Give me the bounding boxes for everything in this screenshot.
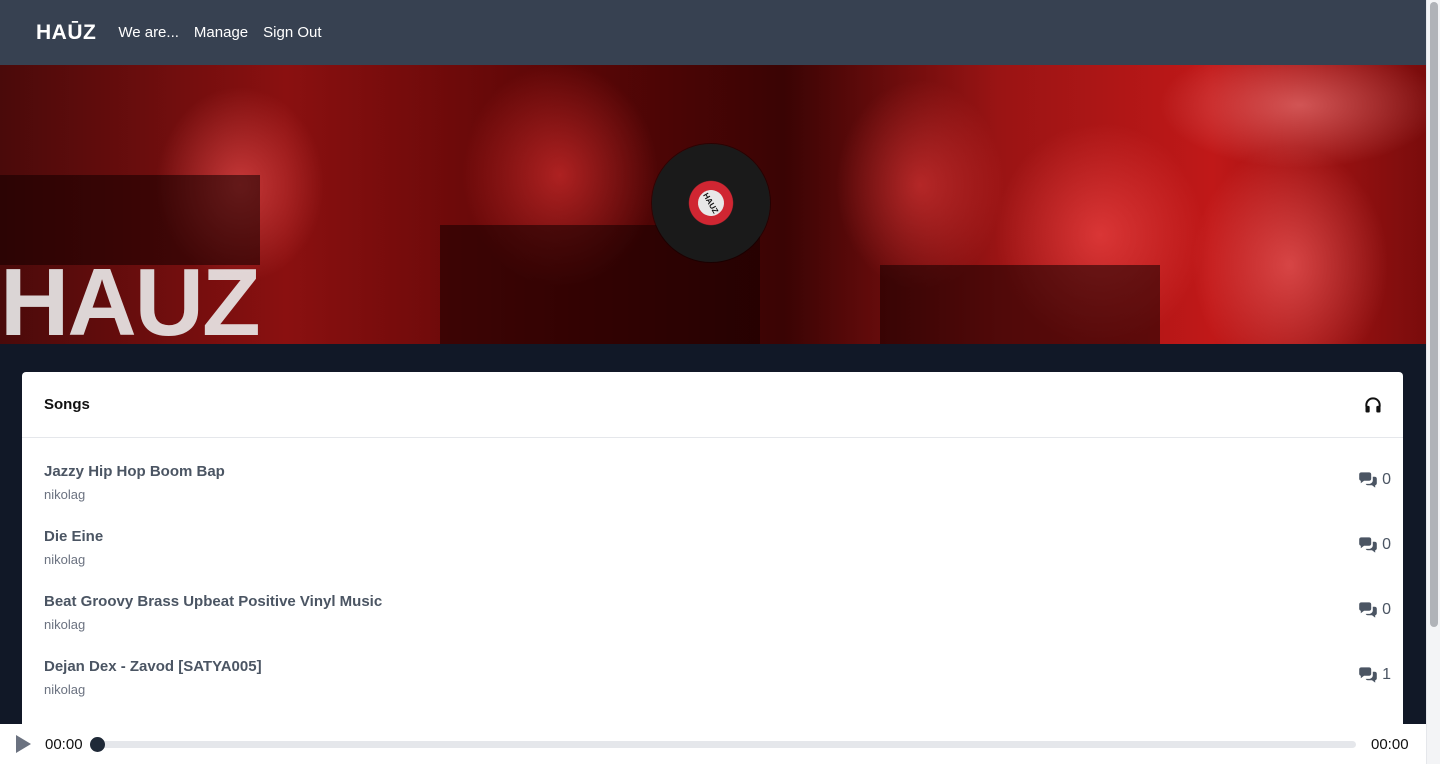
- hero-logo-text: HAUZ: [0, 249, 261, 345]
- play-icon[interactable]: [14, 735, 32, 753]
- comments-icon: [1359, 667, 1377, 683]
- seek-thumb[interactable]: [90, 737, 105, 752]
- hero-shadow: [880, 265, 1160, 344]
- song-comments[interactable]: 1: [1358, 666, 1391, 684]
- song-artist: nikolag: [44, 487, 86, 502]
- comments-icon: [1359, 602, 1377, 618]
- comment-count: 1: [1382, 666, 1391, 683]
- song-row[interactable]: Die Eine nikolag 0: [22, 528, 1403, 588]
- seek-bar[interactable]: [96, 741, 1356, 748]
- song-artist: nikolag: [44, 682, 86, 697]
- song-comments[interactable]: 0: [1358, 471, 1391, 489]
- comments-icon: [1359, 537, 1377, 553]
- nav-link-manage[interactable]: Manage: [194, 24, 248, 41]
- song-title[interactable]: Dejan Dex - Zavod [SATYA005]: [44, 658, 262, 675]
- songs-card-header: Songs: [22, 372, 1403, 438]
- brand-logo[interactable]: HAŪZ: [36, 21, 96, 45]
- headphones-icon[interactable]: [1363, 395, 1383, 415]
- comments-icon: [1359, 472, 1377, 488]
- song-comments[interactable]: 0: [1358, 601, 1391, 619]
- song-comments[interactable]: 0: [1358, 536, 1391, 554]
- comment-count: 0: [1382, 471, 1391, 488]
- scrollbar-thumb[interactable]: [1430, 2, 1438, 627]
- navbar: HAŪZ We are... Manage Sign Out: [0, 0, 1426, 65]
- vinyl-label: HAUZ: [693, 185, 729, 221]
- song-row[interactable]: Dejan Dex - Zavod [SATYA005] nikolag 1: [22, 658, 1403, 718]
- comment-count: 0: [1382, 536, 1391, 553]
- song-row[interactable]: Jazzy Hip Hop Boom Bap nikolag 0: [22, 463, 1403, 523]
- audio-player: 00:00 00:00: [0, 724, 1426, 764]
- page-scrollbar[interactable]: [1426, 0, 1440, 764]
- nav-link-sign-out[interactable]: Sign Out: [263, 24, 321, 41]
- song-artist: nikolag: [44, 617, 86, 632]
- song-title[interactable]: Jazzy Hip Hop Boom Bap: [44, 463, 225, 480]
- total-time: 00:00: [1371, 736, 1409, 753]
- songs-card: Songs Jazzy Hip Hop Boom Bap nikolag 0 D…: [22, 372, 1403, 732]
- song-title[interactable]: Die Eine: [44, 528, 103, 545]
- song-artist: nikolag: [44, 552, 86, 567]
- song-row[interactable]: Beat Groovy Brass Upbeat Positive Vinyl …: [22, 593, 1403, 653]
- nav-link-we-are[interactable]: We are...: [118, 24, 179, 41]
- songs-card-title: Songs: [44, 396, 90, 413]
- current-time: 00:00: [45, 736, 83, 753]
- comment-count: 0: [1382, 601, 1391, 618]
- vinyl-record-icon: HAUZ: [652, 144, 770, 262]
- hero-banner: HAUZ HAUZ: [0, 65, 1426, 344]
- song-title[interactable]: Beat Groovy Brass Upbeat Positive Vinyl …: [44, 593, 382, 610]
